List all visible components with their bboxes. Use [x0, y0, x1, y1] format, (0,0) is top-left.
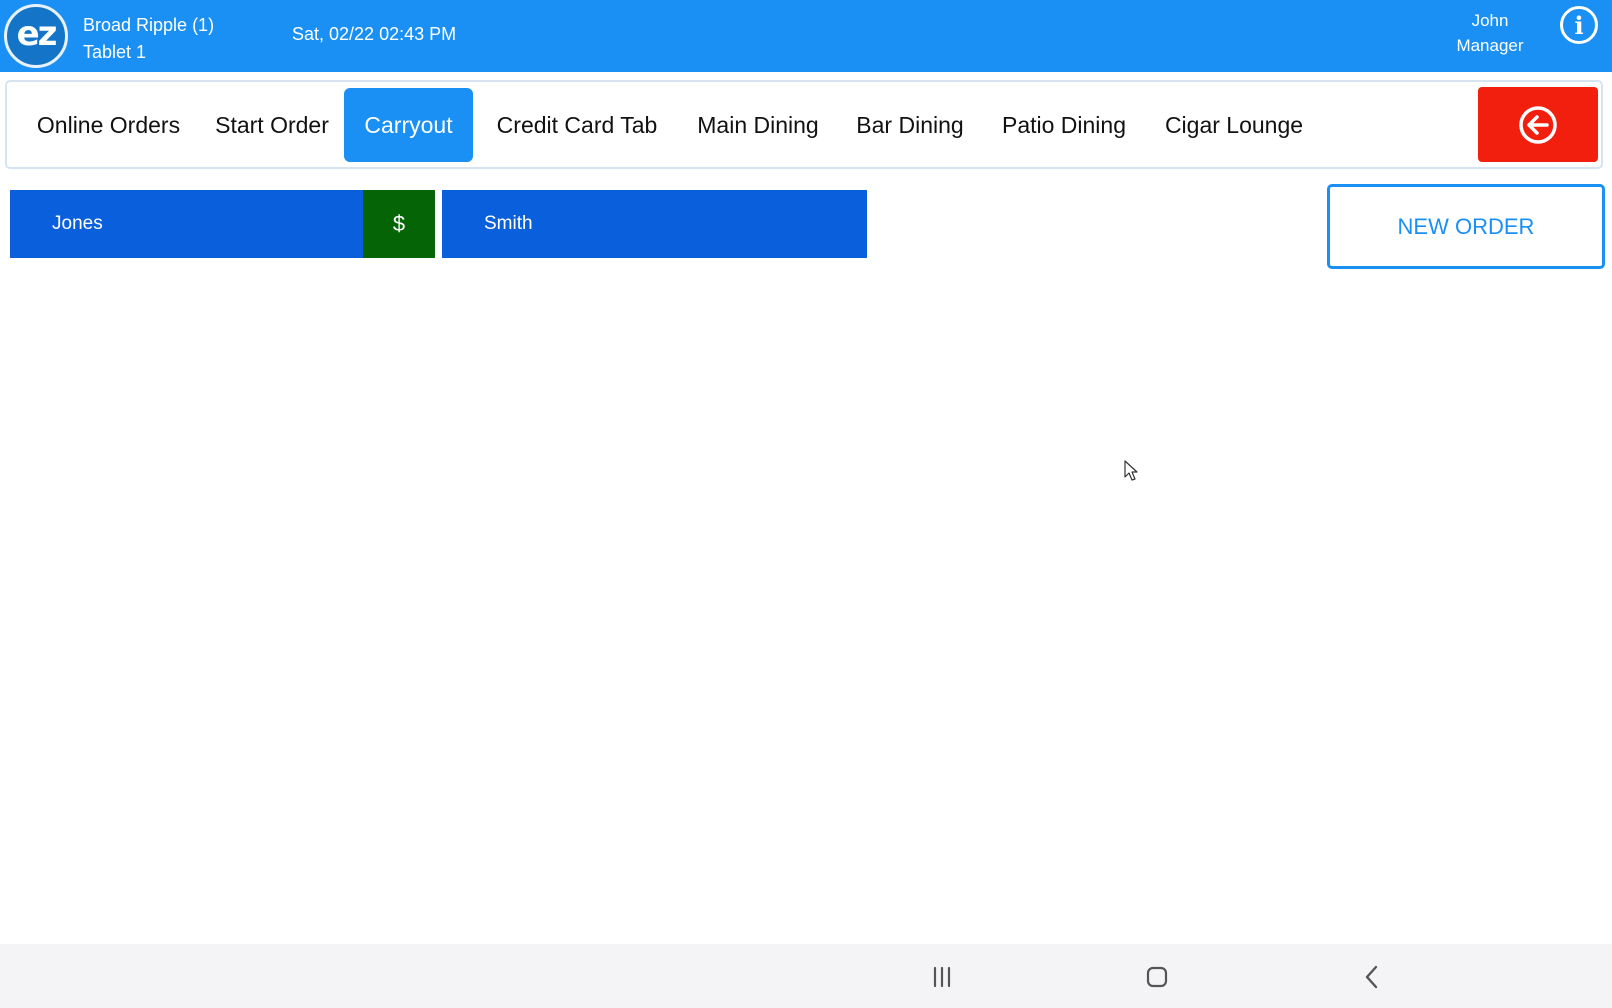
order-name: Smith [484, 213, 533, 234]
tab-patio-dining[interactable]: Patio Dining [993, 88, 1135, 162]
order-tile-smith[interactable]: Smith [442, 190, 867, 258]
tab-credit-card-tab[interactable]: Credit Card Tab [489, 88, 665, 162]
arrow-left-circle-icon [1519, 105, 1557, 144]
location-name: Broad Ripple (1) [83, 15, 215, 35]
recent-apps-icon[interactable] [927, 962, 957, 992]
paid-badge[interactable]: $ [363, 190, 435, 258]
logo-text: ez [16, 14, 58, 54]
exit-button[interactable] [1478, 87, 1598, 162]
android-nav-bar [0, 944, 1612, 1008]
tab-cigar-lounge[interactable]: Cigar Lounge [1155, 88, 1313, 162]
user-info[interactable]: John Manager [1440, 8, 1540, 58]
back-icon[interactable] [1357, 962, 1387, 992]
tab-online-orders[interactable]: Online Orders [26, 88, 191, 162]
order-name: Jones [52, 213, 103, 234]
mouse-pointer-icon [1124, 460, 1138, 481]
order-tile-jones[interactable]: Jones [10, 190, 363, 258]
tab-main-dining[interactable]: Main Dining [687, 88, 829, 162]
date-time: Sat, 02/22 02:43 PM [292, 24, 457, 44]
user-role: Manager [1456, 36, 1524, 55]
user-name: John [1471, 11, 1509, 30]
tab-bar-dining[interactable]: Bar Dining [848, 88, 972, 162]
new-order-button[interactable]: NEW ORDER [1327, 184, 1605, 269]
location-info: Broad Ripple (1) Tablet 1 [83, 12, 214, 66]
home-icon[interactable] [1142, 962, 1172, 992]
ez-logo: ez [4, 4, 68, 68]
top-bar: ez Broad Ripple (1) Tablet 1 Sat, 02/22 … [0, 0, 1612, 72]
section-tabs: Online Orders Start Order Carryout Credi… [5, 80, 1603, 169]
tab-carryout[interactable]: Carryout [344, 88, 473, 162]
tab-start-order[interactable]: Start Order [205, 88, 339, 162]
info-icon[interactable]: i [1560, 6, 1598, 44]
device-name: Tablet 1 [83, 42, 147, 62]
